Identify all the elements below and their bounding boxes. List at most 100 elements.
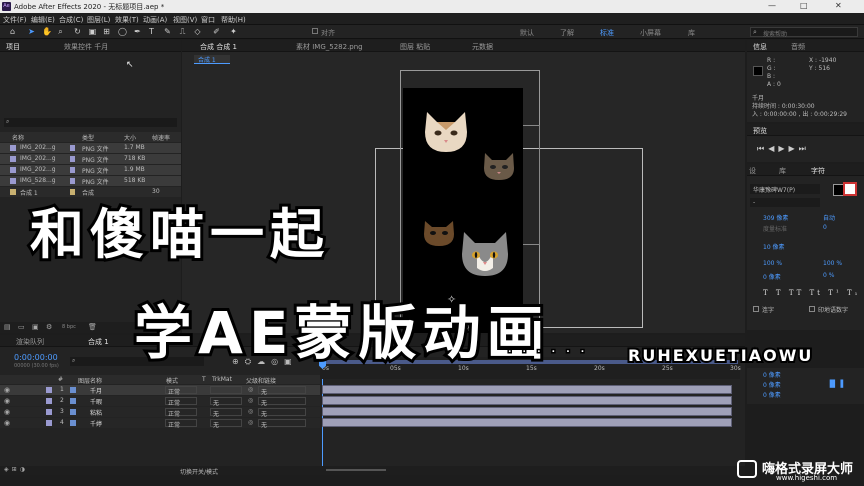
layer-bounds-2[interactable] <box>522 125 540 245</box>
subscript-button[interactable]: T₁ <box>847 289 860 297</box>
ellipse-tool-icon[interactable]: ◯ <box>118 27 127 36</box>
roto-brush-icon[interactable]: ✐ <box>212 27 221 36</box>
tab-comp-1[interactable]: 合成 合成 1 <box>200 42 237 52</box>
comp-breadcrumb[interactable]: 合成 1 <box>194 55 230 64</box>
baseline-shift-field[interactable]: 0 像素 <box>763 272 781 281</box>
puppet-tool-icon[interactable]: ✦ <box>229 27 238 36</box>
parent-pick-whip-icon[interactable]: ◎ <box>248 408 253 415</box>
align-checkbox[interactable] <box>312 28 318 34</box>
hindi-digits-checkbox[interactable] <box>809 306 815 312</box>
tab-metadata[interactable]: 元数据 <box>472 42 493 52</box>
align-value-1[interactable]: 0 像素 <box>763 370 781 379</box>
maximize-button[interactable]: □ <box>800 1 808 10</box>
parent-select[interactable]: 无 <box>258 408 306 418</box>
cat-image-3[interactable] <box>421 218 457 248</box>
trkmat-select[interactable]: 无 <box>210 397 242 407</box>
parent-select[interactable]: 无 <box>258 386 306 396</box>
label-color-swatch[interactable] <box>70 178 75 184</box>
tab-footage[interactable]: 素材 IMG_5282.png <box>296 42 363 52</box>
horizontal-scale-field[interactable]: 100 % <box>823 260 842 267</box>
project-item[interactable]: IMG_528...g PNG 文件 518 KB <box>0 176 181 186</box>
pan-behind-icon[interactable]: ⊞ <box>102 27 111 36</box>
parent-select[interactable]: 无 <box>258 419 306 429</box>
small-caps-button[interactable]: Tt <box>810 289 823 297</box>
rotate-tool-icon[interactable]: ↻ <box>73 27 82 36</box>
label-color-swatch[interactable] <box>46 398 52 404</box>
tab-layer[interactable]: 图层 粘贴 <box>400 42 430 52</box>
last-frame-icon[interactable]: ⏭ <box>799 144 810 153</box>
leading-field[interactable]: 自动 <box>823 213 835 222</box>
align-value-2[interactable]: 0 像素 <box>763 380 781 389</box>
cat-image-2[interactable] <box>481 150 517 182</box>
hand-tool-icon[interactable]: ✋ <box>42 27 52 36</box>
faux-bold-button[interactable]: T <box>763 289 771 297</box>
all-caps-button[interactable]: TT <box>789 289 804 297</box>
kerning-field[interactable]: 度量标准 <box>763 224 787 233</box>
menu-view[interactable]: 视图(V) <box>173 15 197 25</box>
camera-tool-icon[interactable]: ▣ <box>88 27 97 36</box>
tracking-field[interactable]: 0 <box>823 224 827 231</box>
label-color-swatch[interactable] <box>46 409 52 415</box>
next-frame-icon[interactable]: ▶ <box>789 144 799 153</box>
font-size-field[interactable]: 309 像素 <box>763 213 788 222</box>
font-style-select[interactable]: - <box>750 198 820 207</box>
layer-duration-bar[interactable] <box>322 396 732 405</box>
stamp-tool-icon[interactable]: ⎍ <box>178 27 187 36</box>
tab-effects-presets[interactable]: 设 <box>749 166 756 176</box>
bpc-label[interactable]: 8 bpc <box>62 324 76 330</box>
menu-composition[interactable]: 合成(C) <box>59 15 83 25</box>
parent-pick-whip-icon[interactable]: ◎ <box>248 397 253 404</box>
layer-mode-select[interactable]: 正常 <box>165 397 197 407</box>
pen-tool-icon[interactable]: ✒ <box>133 27 142 36</box>
cat-image-1[interactable] <box>421 108 471 154</box>
label-color-swatch[interactable] <box>46 387 52 393</box>
tab-render-queue[interactable]: 渲染队列 <box>16 337 44 347</box>
col-size[interactable]: 大小 <box>124 133 136 142</box>
parent-pick-whip-icon[interactable]: ◎ <box>248 419 253 426</box>
menu-help[interactable]: 帮助(H) <box>221 15 246 25</box>
type-tool-icon[interactable]: T <box>147 27 156 36</box>
layer-name[interactable]: 粘粘 <box>90 408 102 417</box>
tab-character[interactable]: 字符 <box>811 166 825 176</box>
visibility-eye-icon[interactable]: ◉ <box>4 419 10 427</box>
new-folder-icon[interactable]: ▭ <box>18 323 25 331</box>
footer-icons[interactable]: ◈⊞◑ <box>4 466 28 473</box>
toggle-switches-modes[interactable]: 切换开关/模式 <box>180 467 218 476</box>
tab-info[interactable]: 信息 <box>753 42 767 52</box>
visibility-eye-icon[interactable]: ◉ <box>4 397 10 405</box>
prev-frame-icon[interactable]: ◀ <box>768 144 778 153</box>
layer-duration-bar[interactable] <box>322 385 732 394</box>
brush-tool-icon[interactable]: ✎ <box>163 27 172 36</box>
settings-icon[interactable]: ⚙ <box>46 323 52 331</box>
help-search-field[interactable]: ⌕ 搜索帮助 <box>750 27 858 38</box>
menu-edit[interactable]: 编辑(E) <box>31 15 55 25</box>
label-color-swatch[interactable] <box>70 167 75 173</box>
interpret-footage-icon[interactable]: ▤ <box>4 323 11 331</box>
tab-timeline-comp-1[interactable]: 合成 1 <box>88 337 109 347</box>
menu-file[interactable]: 文件(F) <box>3 15 27 25</box>
stroke-color-swatch[interactable] <box>843 182 857 196</box>
first-frame-icon[interactable]: ⏮ <box>757 144 768 153</box>
tab-libraries[interactable]: 库 <box>779 166 786 176</box>
workspace-library[interactable]: 库 <box>688 28 695 38</box>
new-comp-icon[interactable]: ▣ <box>32 323 39 331</box>
workspace-default[interactable]: 默认 <box>520 28 534 38</box>
tab-project[interactable]: 项目 <box>6 42 20 52</box>
faux-italic-button[interactable]: T <box>776 289 784 297</box>
tab-audio[interactable]: 音频 <box>791 42 805 52</box>
label-color-swatch[interactable] <box>46 420 52 426</box>
menu-window[interactable]: 窗口 <box>201 15 215 25</box>
layer-mode-select[interactable]: 正常 <box>165 386 197 396</box>
layer-name[interactable]: 千月 <box>90 386 102 395</box>
menu-effect[interactable]: 效果(T) <box>115 15 139 25</box>
col-name[interactable]: 名称 <box>12 133 24 142</box>
tab-effect-controls[interactable]: 效果控件 千月 <box>64 42 108 52</box>
label-color-swatch[interactable] <box>70 145 75 151</box>
layer-name[interactable]: 千暇 <box>90 397 102 406</box>
cat-image-4[interactable] <box>459 228 511 278</box>
project-item[interactable]: IMG_202...g PNG 文件 1.9 MB <box>0 165 181 175</box>
tab-preview[interactable]: 预览 <box>753 126 767 136</box>
layer-mode-select[interactable]: 正常 <box>165 408 197 418</box>
col-fps[interactable]: 帧速率 <box>152 133 170 142</box>
col-type[interactable]: 类型 <box>82 133 94 142</box>
